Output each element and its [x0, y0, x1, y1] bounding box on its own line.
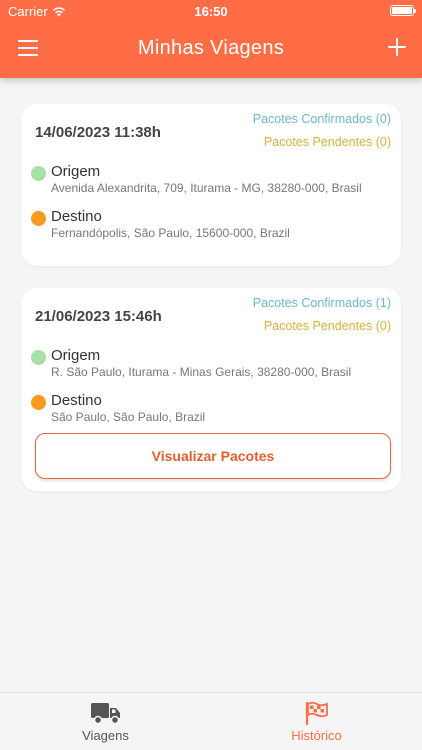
trip-card: 14/06/2023 11:38h Pacotes Confirmados (0… — [21, 104, 401, 266]
tab-historico[interactable]: Histórico — [211, 693, 422, 750]
checkered-flag-icon — [305, 701, 328, 725]
destination-address: Fernandópolis, São Paulo, 15600-000, Bra… — [51, 226, 290, 240]
trip-card: 21/06/2023 15:46h Pacotes Confirmados (1… — [21, 288, 401, 491]
destination-dot-icon — [31, 211, 46, 226]
origin-address: Avenida Alexandrita, 709, Iturama - MG, … — [51, 181, 362, 195]
pending-packages-count: Pacotes Pendentes (0) — [263, 319, 391, 333]
origin-dot-icon — [31, 350, 46, 365]
origin-label: Origem — [51, 347, 101, 364]
battery-icon — [390, 5, 416, 16]
app-header: Minhas Viagens — [0, 22, 422, 78]
status-bar: Carrier 16:50 — [0, 0, 422, 22]
status-time: 16:50 — [194, 4, 228, 19]
confirmed-packages-count: Pacotes Confirmados (1) — [252, 296, 391, 310]
trip-date: 21/06/2023 15:46h — [35, 308, 162, 325]
origin-dot-icon — [31, 166, 46, 181]
plus-icon[interactable] — [388, 38, 406, 56]
destination-label: Destino — [51, 208, 102, 225]
view-packages-button[interactable]: Visualizar Pacotes — [35, 433, 391, 479]
tab-bar: Viagens Histórico — [0, 692, 422, 750]
tab-viagens[interactable]: Viagens — [0, 693, 211, 750]
tab-label: Viagens — [82, 728, 129, 743]
pending-packages-count: Pacotes Pendentes (0) — [263, 135, 391, 149]
trip-date: 14/06/2023 11:38h — [35, 124, 161, 141]
destination-label: Destino — [51, 392, 102, 409]
origin-address: R. São Paulo, Iturama - Minas Gerais, 38… — [51, 365, 352, 379]
truck-icon — [90, 703, 120, 725]
destination-dot-icon — [31, 395, 46, 410]
destination-address: São Paulo, São Paulo, Brazil — [51, 410, 206, 424]
tab-label: Histórico — [291, 728, 342, 743]
origin-label: Origem — [51, 163, 101, 180]
confirmed-packages-count: Pacotes Confirmados (0) — [252, 112, 391, 126]
page-title: Minhas Viagens — [137, 37, 285, 59]
